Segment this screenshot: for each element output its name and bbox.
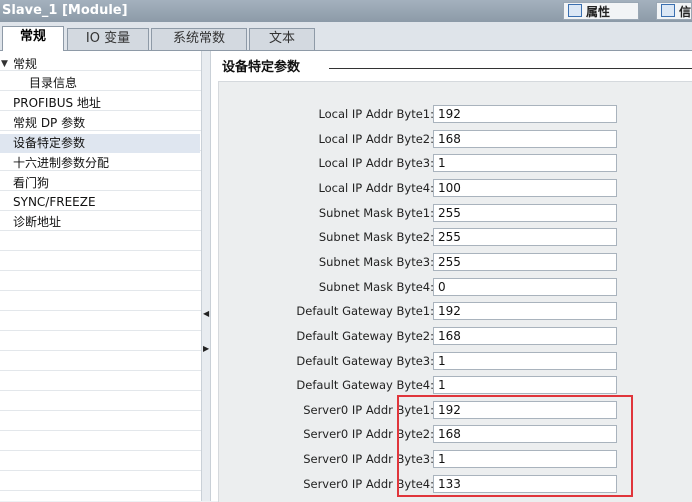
info-button[interactable]: 信 xyxy=(656,2,692,20)
param-value-field[interactable]: 255 xyxy=(433,203,617,222)
param-label: Default Gateway Byte4: xyxy=(296,378,434,393)
info-icon xyxy=(661,4,675,17)
param-label: Subnet Mask Byte4: xyxy=(318,279,434,294)
param-value-field[interactable]: 192 xyxy=(433,302,617,321)
nav-item-device-specific-params[interactable]: 设备特定参数 xyxy=(0,134,200,153)
param-value-field[interactable]: 192 xyxy=(433,400,617,419)
pane-splitter[interactable]: ◀ ▶ xyxy=(201,51,211,501)
tab-texts[interactable]: 文本 xyxy=(249,28,315,50)
param-label: Local IP Addr Byte4: xyxy=(318,180,434,195)
window-titlebar: Slave_1 [Module] 属性 信 xyxy=(0,0,692,22)
param-value-field[interactable]: 1 xyxy=(433,154,617,173)
expand-caret-icon[interactable]: ▼ xyxy=(1,55,8,74)
param-value-field[interactable]: 1 xyxy=(433,450,617,469)
nav-item-hex-param-assignment[interactable]: 十六进制参数分配 xyxy=(13,154,109,173)
nav-item-profibus-address[interactable]: PROFIBUS 地址 xyxy=(13,94,101,113)
nav-item-label: 设备特定参数 xyxy=(13,136,86,150)
info-label: 信 xyxy=(679,5,692,19)
tab-io-tags[interactable]: IO 变量 xyxy=(67,28,149,50)
properties-button[interactable]: 属性 xyxy=(563,2,639,20)
param-value-field[interactable]: 255 xyxy=(433,228,617,247)
param-label: Server0 IP Addr Byte1: xyxy=(303,402,434,417)
param-value-field[interactable]: 100 xyxy=(433,178,617,197)
param-label: Subnet Mask Byte1: xyxy=(318,205,434,220)
properties-icon xyxy=(568,4,582,17)
collapse-left-icon[interactable]: ◀ xyxy=(203,310,209,318)
param-label: Local IP Addr Byte1: xyxy=(318,107,434,121)
tab-general[interactable]: 常规 xyxy=(2,26,64,51)
param-value-field[interactable]: 1 xyxy=(433,376,617,395)
parameter-panel: 设备特定参数 Local IP Addr Byte1: 192 Local IP A… xyxy=(211,51,692,502)
param-label: Subnet Mask Byte2: xyxy=(318,230,434,245)
nav-item-general[interactable]: ▼ 常规 xyxy=(0,55,200,74)
param-label: Default Gateway Byte3: xyxy=(296,353,434,368)
param-value-field[interactable]: 255 xyxy=(433,252,617,271)
param-value-field[interactable]: 1 xyxy=(433,351,617,370)
param-label: Server0 IP Addr Byte2: xyxy=(303,427,434,442)
param-value-field[interactable]: 192 xyxy=(433,105,617,123)
parameter-group: Local IP Addr Byte1: 192 Local IP Addr Byt… xyxy=(218,81,692,502)
window-title: Slave_1 [Module] xyxy=(2,3,128,18)
expand-right-icon[interactable]: ▶ xyxy=(203,345,209,353)
param-value-field[interactable]: 133 xyxy=(433,474,617,493)
param-label: Local IP Addr Byte2: xyxy=(318,131,434,146)
param-label: Default Gateway Byte1: xyxy=(296,304,434,319)
param-label: Local IP Addr Byte3: xyxy=(318,156,434,171)
nav-item-diagnostic-address[interactable]: 诊断地址 xyxy=(13,213,61,232)
nav-item-watchdog[interactable]: 看门狗 xyxy=(13,174,49,193)
nav-item-label: 常规 xyxy=(13,57,38,71)
section-title: 设备特定参数 xyxy=(222,60,301,75)
navigation-tree: ▼ 常规 目录信息 PROFIBUS 地址 常规 DP 参数 设备特定参数 十六… xyxy=(0,51,202,501)
tab-bar: 常规 IO 变量 系统常数 文本 xyxy=(0,22,692,51)
nav-item-catalog-info[interactable]: 目录信息 xyxy=(29,74,77,93)
nav-item-sync-freeze[interactable]: SYNC/FREEZE xyxy=(13,193,96,212)
param-value-field[interactable]: 168 xyxy=(433,326,617,345)
param-label: Server0 IP Addr Byte4: xyxy=(303,476,434,491)
nav-item-general-dp-params[interactable]: 常规 DP 参数 xyxy=(13,114,85,133)
param-label: Server0 IP Addr Byte3: xyxy=(303,452,434,467)
properties-label: 属性 xyxy=(586,5,611,19)
param-value-field[interactable]: 168 xyxy=(433,425,617,444)
section-divider xyxy=(329,68,692,69)
param-value-field[interactable]: 168 xyxy=(433,129,617,148)
param-label: Subnet Mask Byte3: xyxy=(318,254,434,269)
param-value-field[interactable]: 0 xyxy=(433,277,617,296)
tab-system-constants[interactable]: 系统常数 xyxy=(151,28,247,50)
param-label: Default Gateway Byte2: xyxy=(296,328,434,343)
